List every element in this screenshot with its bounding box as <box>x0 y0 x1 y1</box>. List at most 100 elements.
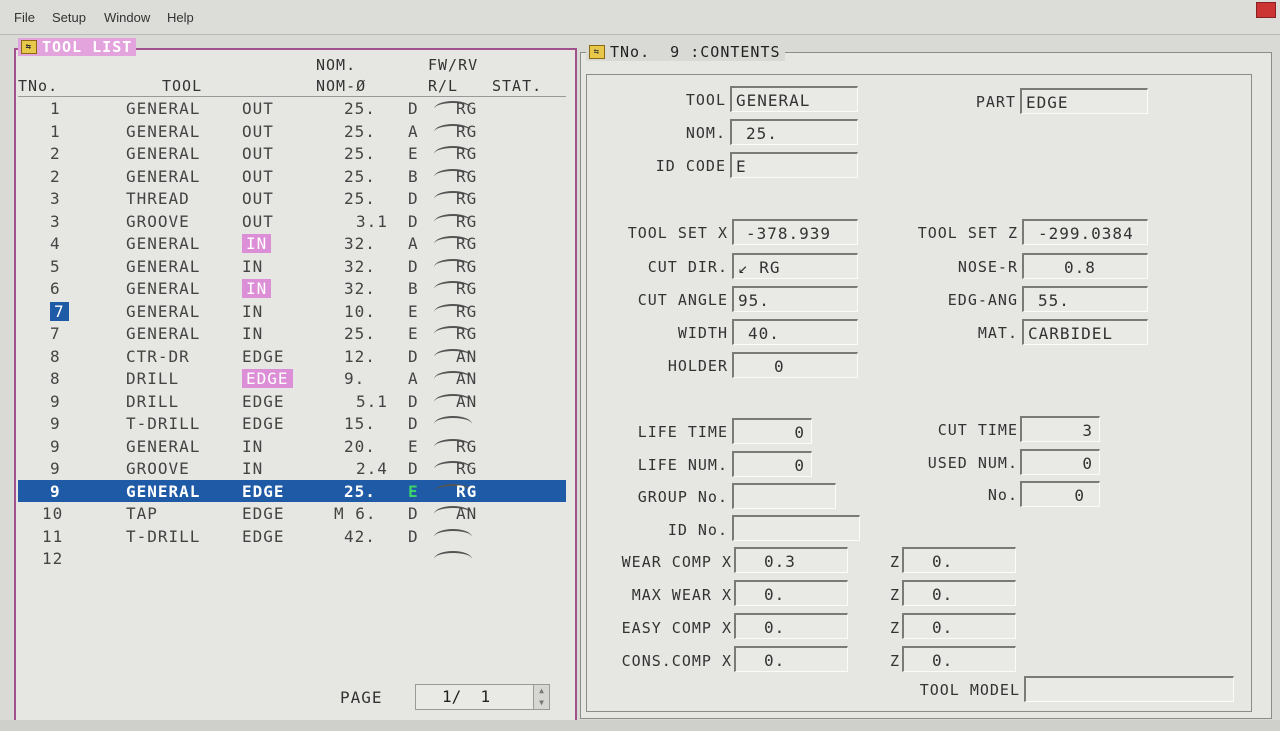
menu-file[interactable]: File <box>14 10 35 25</box>
header-nom: NOM. <box>316 56 357 74</box>
row-position: EDGE <box>242 369 293 388</box>
spin-down-icon[interactable]: ▼ <box>534 697 549 709</box>
row-code: D <box>408 504 419 523</box>
row-direction: AN <box>456 391 478 411</box>
part-field[interactable]: EDGE <box>1020 88 1148 114</box>
menu-help[interactable]: Help <box>167 10 194 25</box>
row-tool: GENERAL <box>126 99 201 118</box>
table-row[interactable]: 9 GENERAL IN 20. E RG <box>18 435 566 457</box>
row-nom: 25. <box>344 99 376 118</box>
edgang-field[interactable]: 55. <box>1022 286 1148 312</box>
row-tool: GROOVE <box>126 211 190 231</box>
maxwear-x-field[interactable]: 0. <box>734 580 848 606</box>
table-row[interactable]: 9 T-DRILL EDGE 15. D <box>18 412 566 434</box>
table-row[interactable]: 12 <box>18 547 566 569</box>
toolset-z-label: TOOL SET Z <box>917 224 1018 242</box>
table-row[interactable]: 7 GENERAL IN 10. E RG <box>18 300 566 322</box>
menu-setup[interactable]: Setup <box>52 10 86 25</box>
table-row[interactable]: 8 CTR-DR EDGE 12. D AN <box>18 345 566 367</box>
toolmodel-field[interactable] <box>1024 676 1234 702</box>
nom-label: NOM. <box>685 124 726 142</box>
cutangle-field[interactable]: 95. <box>732 286 858 312</box>
conscomp-z-field[interactable]: 0. <box>902 646 1016 672</box>
row-nom: 25. <box>344 121 376 141</box>
row-position: OUT <box>242 99 274 118</box>
table-row[interactable]: 4 GENERAL IN 32. A RG <box>18 232 566 254</box>
row-code: E <box>408 481 419 501</box>
row-tno: 9 <box>50 459 61 478</box>
table-row[interactable]: 2 GENERAL OUT 25. E RG <box>18 142 566 164</box>
table-row[interactable]: 8 DRILL EDGE 9. A AN <box>18 367 566 389</box>
table-row[interactable]: 3 THREAD OUT 25. D RG <box>18 187 566 209</box>
row-tool: GROOVE <box>126 459 190 478</box>
holder-field[interactable]: 0 <box>732 352 858 378</box>
header-tno: TNo. <box>18 77 59 95</box>
table-row[interactable]: 1 GENERAL OUT 25. A RG <box>18 120 566 142</box>
table-row[interactable]: 5 GENERAL IN 32. D RG <box>18 255 566 277</box>
row-nom: 32. <box>344 256 376 276</box>
row-nom: 25. <box>344 481 376 501</box>
width-field[interactable]: 40. <box>732 319 858 345</box>
row-tno: 11 <box>42 526 64 546</box>
table-row[interactable]: 11 T-DRILL EDGE 42. D <box>18 525 566 547</box>
row-direction: AN <box>456 369 478 388</box>
row-direction: RG <box>456 234 478 253</box>
mat-field[interactable]: CARBIDEL <box>1022 319 1148 345</box>
row-tno: 9 <box>50 481 61 501</box>
idcode-field[interactable]: E <box>730 152 858 178</box>
easycomp-label: EASY COMP X <box>621 619 732 637</box>
row-tno: 2 <box>50 144 61 163</box>
lifenum-field[interactable]: 0 <box>732 451 812 477</box>
row-direction: AN <box>456 346 478 366</box>
maxwear-z-field[interactable]: 0. <box>902 580 1016 606</box>
idno-field[interactable] <box>732 515 860 541</box>
lifetime-field[interactable]: 0 <box>732 418 812 444</box>
conscomp-x-field[interactable]: 0. <box>734 646 848 672</box>
wear-x-field[interactable]: 0.3 <box>734 547 848 573</box>
no-label: No. <box>987 486 1018 504</box>
conscomp-z-label: Z <box>889 652 900 670</box>
nom-field[interactable]: 25. <box>730 119 858 145</box>
tool-label: TOOL <box>685 91 726 109</box>
wear-z-field[interactable]: 0. <box>902 547 1016 573</box>
table-row[interactable]: 7 GENERAL IN 25. E RG <box>18 322 566 344</box>
table-row[interactable]: 1 GENERAL OUT 25. D RG <box>18 97 566 119</box>
table-row[interactable]: 9 GENERAL EDGE 25. E RG <box>18 479 566 502</box>
page-spinner[interactable]: ▲ ▼ <box>533 684 550 710</box>
row-tool: GENERAL <box>126 166 201 186</box>
no-field[interactable]: 0 <box>1020 481 1100 507</box>
groupno-field[interactable] <box>732 483 836 509</box>
noser-field[interactable]: 0.8 <box>1022 253 1148 279</box>
cuttime-field[interactable]: 3 <box>1020 416 1100 442</box>
row-nom: 9. <box>344 369 366 388</box>
cutdir-field[interactable]: ↙ RG <box>732 253 858 279</box>
width-label: WIDTH <box>677 324 728 342</box>
table-row[interactable]: 3 GROOVE OUT 3.1 D RG <box>18 210 566 232</box>
easycomp-x-field[interactable]: 0. <box>734 613 848 639</box>
spin-up-icon[interactable]: ▲ <box>534 685 549 697</box>
row-direction: AN <box>456 504 478 523</box>
table-row[interactable]: 9 DRILL EDGE 5.1 D AN <box>18 390 566 412</box>
row-tool: GENERAL <box>126 144 201 163</box>
menu-window[interactable]: Window <box>104 10 150 25</box>
idcode-label: ID CODE <box>655 157 726 175</box>
row-nom: 15. <box>344 414 376 433</box>
close-window-button[interactable] <box>1256 2 1276 18</box>
table-row[interactable]: 6 GENERAL IN 32. B RG <box>18 277 566 299</box>
table-row[interactable]: 9 GROOVE IN 2.4 D RG <box>18 457 566 479</box>
table-row[interactable]: 10 TAP EDGE M 6. D AN <box>18 502 566 524</box>
table-row[interactable]: 2 GENERAL OUT 25. B RG <box>18 165 566 187</box>
usednum-field[interactable]: 0 <box>1020 449 1100 475</box>
row-tno: 1 <box>50 121 61 141</box>
tool-field[interactable]: GENERAL <box>730 86 858 112</box>
row-position: IN <box>242 234 272 253</box>
easycomp-z-field[interactable]: 0. <box>902 613 1016 639</box>
page-field[interactable]: 1/ 1 <box>415 684 535 710</box>
toolset-x-field[interactable]: -378.939 <box>732 219 858 245</box>
toolset-z-field[interactable]: -299.0384 <box>1022 219 1148 245</box>
row-direction: RG <box>456 436 478 456</box>
lifenum-label: LIFE NUM. <box>637 456 728 474</box>
row-code: B <box>408 279 419 298</box>
groupno-label: GROUP No. <box>637 488 728 506</box>
maxwear-z-label: Z <box>889 586 900 604</box>
